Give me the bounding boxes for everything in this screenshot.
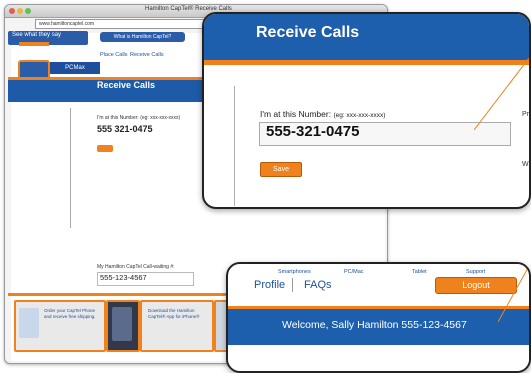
zoom-callout-welcome: Smartphones PC/Mac Tablet Support Profil…: [226, 262, 531, 373]
save-button[interactable]: [97, 145, 113, 152]
promo-text: Order your CapTel Phone and receive free…: [44, 308, 96, 319]
card-title: Receive Calls: [256, 24, 360, 41]
what-is-captel-link[interactable]: What is Hamilton CapTel?: [100, 32, 185, 42]
page-title: Receive Calls: [97, 80, 156, 90]
callout-pointer-line: [474, 57, 529, 131]
address-bar[interactable]: www.hamiltoncaptel.com: [35, 19, 220, 29]
minimize-window-icon[interactable]: [17, 8, 23, 14]
number-label-text: I'm at this Number:: [260, 109, 332, 119]
receive-calls-link[interactable]: Receive Calls: [130, 52, 164, 58]
nav-separator: [292, 278, 293, 292]
place-calls-link[interactable]: Place Calls: [100, 52, 128, 58]
promo-app-image[interactable]: [106, 300, 140, 352]
welcome-message: Welcome, Sally Hamilton 555-123-4567: [282, 319, 467, 331]
callwaiting-value: 555-123-4567: [100, 273, 147, 282]
number-field-label: I'm at this Number: (eg: xxx-xxx-xxxx): [260, 109, 385, 119]
testimonials-underline: [19, 42, 49, 46]
zoom-window-icon[interactable]: [25, 8, 31, 14]
close-window-icon[interactable]: [9, 8, 15, 14]
save-button[interactable]: Save: [260, 162, 302, 177]
nav-support[interactable]: Support: [466, 269, 485, 275]
help-text-2: When y Smartp: [522, 161, 529, 168]
nav-tablet[interactable]: Tablet: [412, 269, 427, 275]
column-divider: [234, 86, 235, 206]
callout-pointer-line: [498, 265, 529, 323]
nav-pcmac[interactable]: PC/Mac: [344, 269, 364, 275]
zoom-callout-receive-calls: Receive Calls I'm at this Number: (eg: x…: [202, 12, 531, 209]
smartphone-icon: [112, 307, 132, 341]
profile-link[interactable]: Profile: [254, 279, 285, 291]
promo-download-app[interactable]: Download the Hamilton CapTel® App for iP…: [140, 300, 214, 352]
callwaiting-label: My Hamilton CapTel Call-waiting #:: [97, 264, 175, 270]
promo-text: Download the Hamilton CapTel® App for iP…: [148, 308, 200, 319]
phone-number-value: 555-321-0475: [266, 123, 360, 140]
number-value[interactable]: 555 321-0475: [97, 124, 153, 134]
faqs-link[interactable]: FAQs: [304, 279, 332, 291]
pcmax-tab[interactable]: PCMax: [50, 62, 100, 74]
promo-order-phone[interactable]: Order your CapTel Phone and receive free…: [14, 300, 106, 352]
card-footer: [228, 345, 529, 371]
phone-icon: [19, 308, 39, 338]
nav-smartphones[interactable]: Smartphones: [278, 269, 311, 275]
number-label: I'm at this Number: (eg: xxx-xxx-xxxx): [97, 115, 181, 121]
number-format-hint: (eg: xxx-xxx-xxxx): [333, 112, 386, 119]
